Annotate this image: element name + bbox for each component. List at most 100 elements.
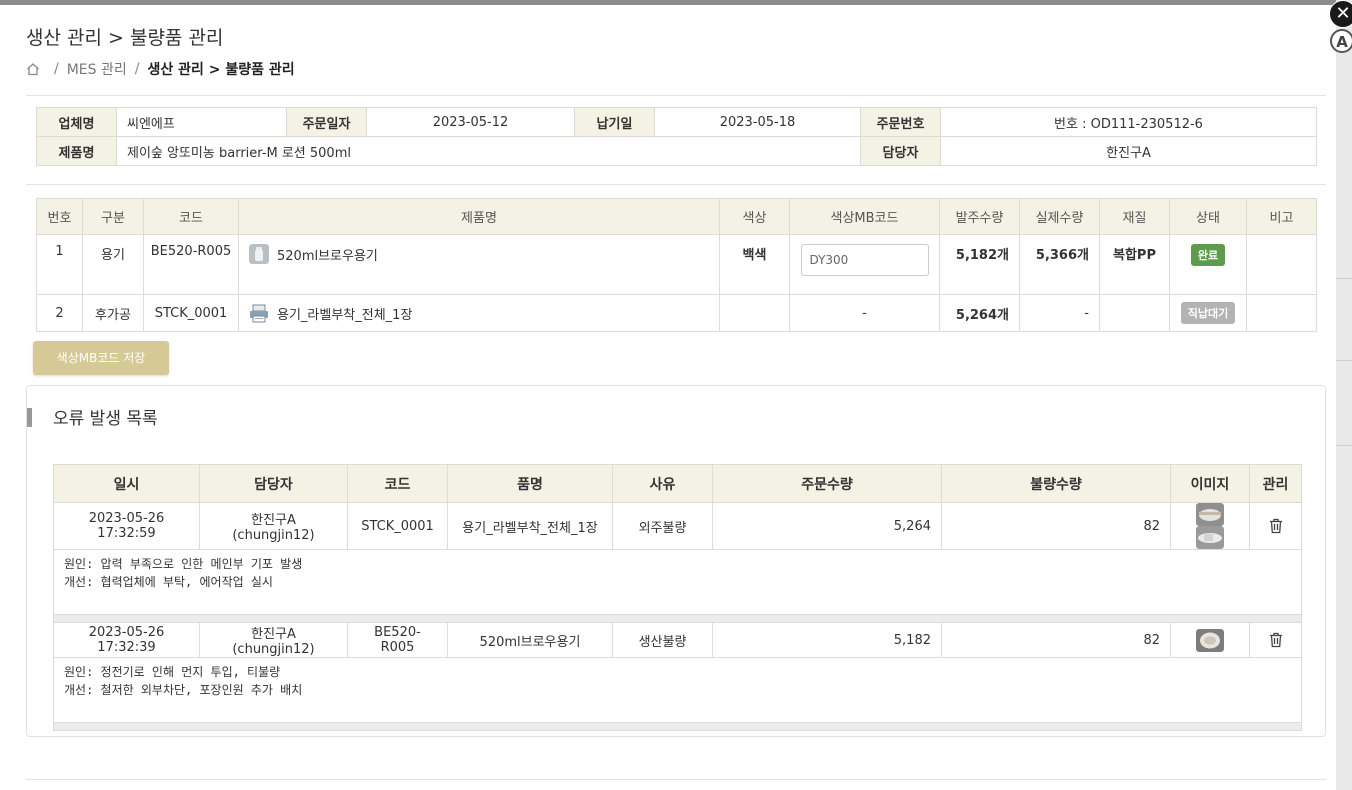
error-fix: 개선: 철저한 외부차단, 포장인원 추가 배치: [64, 683, 303, 697]
error-order-qty: 5,264: [712, 502, 942, 550]
breadcrumb-current: 생산 관리 > 불량품 관리: [147, 62, 295, 78]
error-datetime: 2023-05-26 17:32:39: [53, 622, 200, 658]
due-date-value: 2023-05-18: [654, 107, 861, 137]
row-actual-qty: -: [1019, 294, 1100, 332]
order-info-table: 업체명 씨엔에프 주문일자 2023-05-12 납기일 2023-05-18 …: [36, 107, 1317, 166]
error-order-qty: 5,182: [712, 622, 942, 658]
row-color: 백색: [719, 234, 790, 295]
trash-icon[interactable]: [1269, 518, 1283, 534]
col-header: 품명: [447, 464, 613, 503]
col-header: 색상: [719, 198, 790, 235]
close-icon[interactable]: ✕: [1329, 0, 1352, 28]
order-date-label: 주문일자: [286, 107, 367, 137]
printer-icon: [250, 304, 268, 323]
row-code: STCK_0001: [143, 294, 239, 332]
row-actual-qty: 5,366개: [1019, 234, 1100, 295]
defect-image-thumbnail[interactable]: [1196, 526, 1224, 549]
col-header: 이미지: [1170, 464, 1250, 503]
defect-image-thumbnail[interactable]: [1196, 628, 1224, 652]
page-title: 생산 관리 > 불량품 관리: [26, 27, 224, 49]
table-row: 1 용기 BE520-R005 520ml브로우용기 백색 5,182개 5,3…: [36, 234, 1317, 295]
save-color-mb-code-button[interactable]: 색상MB코드 저장: [33, 341, 169, 375]
col-header: 사유: [612, 464, 713, 503]
error-row: 2023-05-26 17:32:59 한진구A (chungjin12) ST…: [53, 502, 1302, 550]
error-defect-qty: 82: [941, 622, 1171, 658]
error-actions: [1249, 622, 1302, 658]
col-header: 담당자: [199, 464, 348, 503]
error-reason: 외주불량: [612, 502, 713, 550]
product-name: 용기_라벨부착_전체_1장: [277, 307, 413, 323]
row-order-qty: 5,264개: [939, 294, 1020, 332]
product-name: 520ml브로우용기: [277, 248, 378, 264]
row-spacer: [53, 614, 1302, 623]
status-badge: 완료: [1190, 244, 1226, 266]
error-actions: [1249, 502, 1302, 550]
error-list-panel: 오류 발생 목록 일시 담당자 코드 품명 사유 주문수량 불량수량 이미지 관…: [26, 385, 1326, 737]
col-header: 코드: [143, 198, 239, 235]
row-number: 1: [36, 234, 83, 295]
error-code: BE520-R005: [347, 622, 448, 658]
col-header: 구분: [82, 198, 144, 235]
row-order-qty: 5,182개: [939, 234, 1020, 295]
error-images: [1170, 622, 1250, 658]
col-header: 비고: [1246, 198, 1317, 235]
order-no-label: 주문번호: [860, 107, 941, 137]
backdrop-edge: [1336, 0, 1352, 790]
row-mb-code: [789, 234, 940, 295]
error-product-name: 용기_라벨부착_전체_1장: [447, 502, 613, 550]
col-header: 관리: [1249, 464, 1302, 503]
item-table: 번호 구분 코드 제품명 색상 색상MB코드 발주수량 실제수량 재질 상태 비…: [36, 198, 1317, 332]
row-material: [1099, 294, 1170, 332]
error-memo: 원인: 압력 부족으로 인한 메인부 기포 발생 개선: 협력업체에 부탁, 에…: [53, 549, 1302, 615]
order-date-value: 2023-05-12: [366, 107, 575, 137]
row-note: [1246, 234, 1317, 295]
modal-dialog: 생산 관리 > 불량품 관리 / MES 관리 / 생산 관리 > 불량품 관리…: [0, 5, 1336, 790]
trash-icon[interactable]: [1269, 632, 1283, 648]
col-header: 주문수량: [712, 464, 942, 503]
error-images: [1170, 502, 1250, 550]
col-header: 코드: [347, 464, 448, 503]
row-code: BE520-R005: [143, 234, 239, 295]
col-header: 불량수량: [941, 464, 1171, 503]
due-date-label: 납기일: [574, 107, 655, 137]
col-header: 일시: [53, 464, 200, 503]
bottle-icon: [249, 244, 269, 264]
error-manager: 한진구A (chungjin12): [199, 622, 348, 658]
error-table: 일시 담당자 코드 품명 사유 주문수량 불량수량 이미지 관리 2023-05…: [53, 464, 1302, 731]
error-cause: 원인: 압력 부족으로 인한 메인부 기포 발생: [64, 557, 303, 571]
col-header: 상태: [1169, 198, 1247, 235]
breadcrumb-separator: /: [54, 61, 59, 77]
col-header: 번호: [36, 198, 83, 235]
divider: [26, 779, 1326, 780]
section-title: 오류 발생 목록: [53, 409, 158, 429]
col-header: 발주수량: [939, 198, 1020, 235]
accessibility-badge[interactable]: A: [1330, 29, 1352, 53]
breadcrumb-item-mes[interactable]: MES 관리: [67, 59, 127, 79]
breadcrumb-separator: /: [134, 61, 140, 77]
status-badge: 직납대기: [1180, 302, 1236, 324]
error-cause: 원인: 정전기로 인해 먼지 투입, 티불량: [64, 665, 281, 679]
error-product-name: 520ml브로우용기: [447, 622, 613, 658]
product-label: 제품명: [36, 136, 117, 166]
row-status: 완료: [1169, 234, 1247, 295]
error-defect-qty: 82: [941, 502, 1171, 550]
color-mb-code-input[interactable]: [800, 244, 929, 276]
error-reason: 생산불량: [612, 622, 713, 658]
order-no-value: 번호 : OD111-230512-6: [940, 107, 1317, 137]
row-number: 2: [36, 294, 83, 332]
row-note: [1246, 294, 1317, 332]
home-icon[interactable]: [26, 62, 40, 76]
row-type: 용기: [82, 234, 144, 295]
row-color: [719, 294, 790, 332]
row-material: 복합PP: [1099, 234, 1170, 295]
error-row: 2023-05-26 17:32:39 한진구A (chungjin12) BE…: [53, 622, 1302, 658]
defect-image-thumbnail[interactable]: [1196, 503, 1224, 526]
error-memo-row: 원인: 정전기로 인해 먼지 투입, 티불량 개선: 철저한 외부차단, 포장인…: [53, 657, 1302, 723]
manager-value: 한진구A: [940, 136, 1317, 166]
error-manager: 한진구A (chungjin12): [199, 502, 348, 550]
divider: [26, 184, 1326, 185]
breadcrumb: / MES 관리 / 생산 관리 > 불량품 관리: [26, 59, 295, 79]
row-product: 520ml브로우용기: [238, 234, 720, 295]
error-datetime: 2023-05-26 17:32:59: [53, 502, 200, 550]
company-value: 씨엔에프: [116, 107, 287, 137]
